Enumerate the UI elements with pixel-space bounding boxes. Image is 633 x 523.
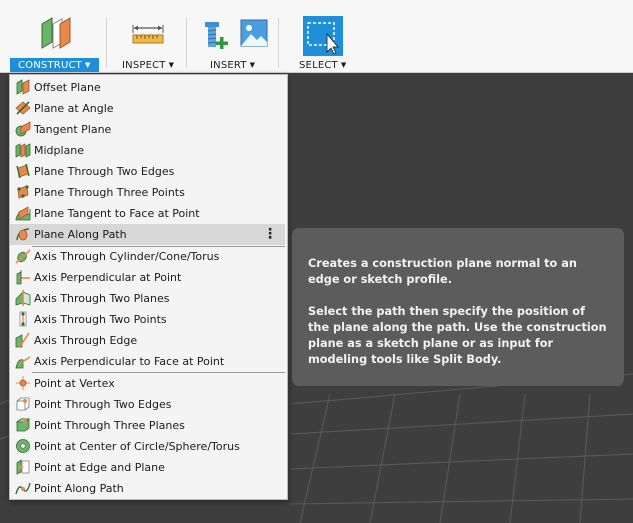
measure-ruler-icon bbox=[132, 25, 164, 44]
menu-item-label: Point Along Path bbox=[34, 482, 124, 495]
insert-dropdown-button[interactable]: INSERT ▼ bbox=[210, 58, 255, 72]
construct-group[interactable]: CONSTRUCT ▼ bbox=[0, 0, 106, 73]
menu-item-label: Axis Perpendicular to Face at Point bbox=[34, 355, 225, 368]
menu-item-label: Point Through Two Edges bbox=[34, 398, 172, 411]
menu-item-axis-through-two-planes[interactable]: Axis Through Two Planes bbox=[11, 288, 286, 309]
plane-at-angle-icon bbox=[15, 101, 31, 115]
menu-item-label: Axis Perpendicular at Point bbox=[34, 271, 182, 284]
more-options-icon[interactable]: ⋮ bbox=[263, 225, 277, 243]
plane-through-two-edges-icon bbox=[16, 163, 30, 179]
caret-down-icon: ▼ bbox=[84, 61, 91, 69]
plane-through-three-points-icon bbox=[17, 185, 29, 199]
plane-along-path-icon bbox=[16, 228, 30, 241]
menu-item-plane-along-path[interactable]: Plane Along Path ⋮ bbox=[10, 224, 285, 245]
caret-down-icon: ▼ bbox=[340, 61, 347, 69]
caret-down-icon: ▼ bbox=[249, 61, 256, 69]
menu-item-axis-through-edge[interactable]: Axis Through Edge bbox=[11, 330, 286, 351]
menu-item-point-along-path[interactable]: Point Along Path bbox=[11, 478, 286, 499]
menu-item-label: Plane at Angle bbox=[34, 102, 114, 115]
midplane-icon bbox=[15, 143, 31, 158]
menu-item-plane-through-three-points[interactable]: Plane Through Three Points bbox=[11, 182, 286, 203]
menu-item-label: Point at Edge and Plane bbox=[34, 461, 165, 474]
tooltip-detail: Select the path then specify the positio… bbox=[308, 305, 607, 366]
menu-item-axis-perpendicular-at-point[interactable]: Axis Perpendicular at Point bbox=[11, 267, 286, 288]
menu-item-tangent-plane[interactable]: Tangent Plane bbox=[11, 119, 286, 140]
menu-item-offset-plane[interactable]: Offset Plane bbox=[11, 77, 286, 98]
point-along-path-icon bbox=[15, 482, 31, 495]
construct-menu: Offset Plane Plane at Angle Tangent Plan… bbox=[9, 74, 288, 500]
select-label: SELECT bbox=[299, 60, 338, 71]
menu-item-label: Point Through Three Planes bbox=[34, 419, 185, 432]
axis-through-cylinder-icon bbox=[15, 249, 31, 264]
point-through-three-planes-icon bbox=[15, 418, 31, 432]
menu-item-label: Tangent Plane bbox=[34, 123, 112, 136]
menu-item-plane-tangent-to-face-at-point[interactable]: Plane Tangent to Face at Point bbox=[11, 203, 286, 224]
menu-item-label: Axis Through Two Planes bbox=[34, 292, 170, 305]
menu-item-point-at-vertex[interactable]: Point at Vertex bbox=[11, 373, 286, 394]
inspect-label: INSPECT bbox=[122, 60, 166, 71]
plane-tangent-to-face-icon bbox=[15, 206, 31, 221]
axis-through-two-points-icon bbox=[19, 311, 27, 327]
insert-mcmaster-icon bbox=[205, 22, 228, 49]
plane-along-path-tooltip: Creates a construction plane normal to a… bbox=[292, 228, 624, 386]
menu-item-point-through-three-planes[interactable]: Point Through Three Planes bbox=[11, 415, 286, 436]
point-at-center-icon bbox=[16, 439, 30, 453]
caret-down-icon: ▼ bbox=[168, 61, 175, 69]
menu-item-midplane[interactable]: Midplane bbox=[11, 140, 286, 161]
menu-item-plane-at-angle[interactable]: Plane at Angle bbox=[11, 98, 286, 119]
menu-item-axis-through-cylinder[interactable]: Axis Through Cylinder/Cone/Torus bbox=[11, 246, 286, 267]
select-group[interactable]: SELECT ▼ bbox=[279, 0, 359, 73]
construct-dropdown-button[interactable]: CONSTRUCT ▼ bbox=[10, 58, 99, 72]
insert-group[interactable]: INSERT ▼ bbox=[187, 0, 278, 73]
menu-item-plane-through-two-edges[interactable]: Plane Through Two Edges bbox=[11, 161, 286, 182]
menu-item-point-at-edge-and-plane[interactable]: Point at Edge and Plane bbox=[11, 457, 286, 478]
inspect-group[interactable]: INSPECT ▼ bbox=[107, 0, 186, 73]
axis-perpendicular-at-point-icon bbox=[16, 270, 30, 285]
construct-plane-icon bbox=[41, 17, 71, 49]
insert-label: INSERT bbox=[210, 60, 247, 71]
menu-item-label: Offset Plane bbox=[34, 81, 101, 94]
menu-item-label: Axis Through Edge bbox=[34, 334, 138, 347]
point-through-two-edges-icon bbox=[16, 397, 30, 411]
menu-item-point-through-two-edges[interactable]: Point Through Two Edges bbox=[11, 394, 286, 415]
select-window-icon bbox=[303, 16, 343, 56]
menu-item-axis-through-two-points[interactable]: Axis Through Two Points bbox=[11, 309, 286, 330]
tooltip-summary: Creates a construction plane normal to a… bbox=[308, 257, 577, 286]
menu-item-label: Plane Tangent to Face at Point bbox=[34, 207, 200, 220]
inspect-dropdown-button[interactable]: INSPECT ▼ bbox=[122, 58, 174, 72]
point-at-edge-and-plane-icon bbox=[16, 459, 30, 475]
menu-item-label: Axis Through Two Points bbox=[34, 313, 167, 326]
menu-item-label: Point at Vertex bbox=[34, 377, 115, 390]
insert-image-icon bbox=[240, 19, 268, 47]
axis-through-edge-icon bbox=[15, 332, 30, 348]
menu-item-label: Point at Center of Circle/Sphere/Torus bbox=[34, 440, 240, 453]
menu-item-label: Plane Along Path bbox=[34, 228, 127, 241]
menu-item-label: Plane Through Three Points bbox=[34, 186, 185, 199]
construct-label: CONSTRUCT bbox=[18, 60, 82, 71]
axis-perpendicular-to-face-icon bbox=[15, 356, 31, 369]
point-at-vertex-icon bbox=[16, 376, 30, 390]
toolbar: CONSTRUCT ▼ INSPECT ▼ INSERT ▼ SELECT ▼ bbox=[0, 0, 633, 73]
menu-item-label: Plane Through Two Edges bbox=[34, 165, 175, 178]
menu-item-point-at-center-of-circle[interactable]: Point at Center of Circle/Sphere/Torus bbox=[11, 436, 286, 457]
select-dropdown-button[interactable]: SELECT ▼ bbox=[299, 58, 346, 72]
axis-through-two-planes-icon bbox=[15, 290, 31, 306]
tangent-plane-icon bbox=[15, 121, 31, 137]
menu-item-label: Axis Through Cylinder/Cone/Torus bbox=[34, 250, 220, 263]
offset-plane-icon bbox=[16, 79, 30, 95]
menu-item-label: Midplane bbox=[34, 144, 85, 157]
menu-item-axis-perpendicular-to-face[interactable]: Axis Perpendicular to Face at Point bbox=[11, 351, 286, 372]
